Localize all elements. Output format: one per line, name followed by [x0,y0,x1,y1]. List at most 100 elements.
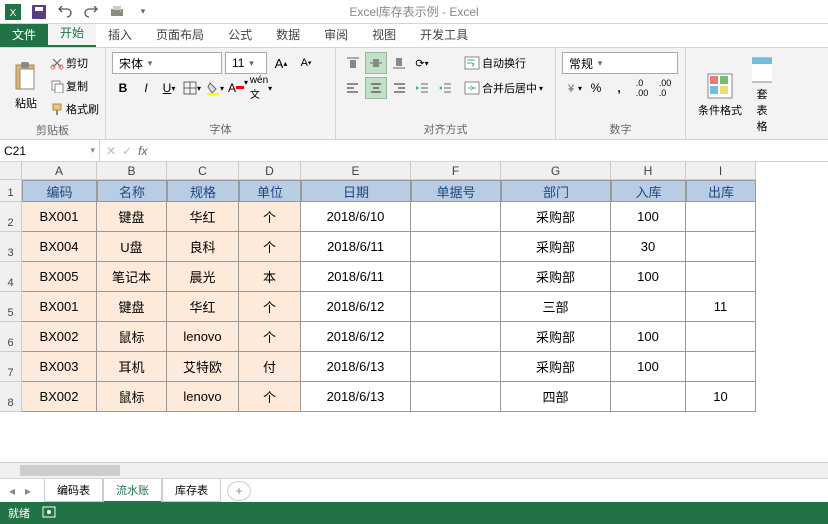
row-header[interactable]: 2 [0,202,22,232]
merge-center-button[interactable]: 合并后居中▾ [464,77,543,99]
tab-view[interactable]: 视图 [360,22,408,47]
cell[interactable] [686,352,756,382]
cell[interactable]: 付 [239,352,301,382]
cell[interactable]: 部门 [501,180,611,202]
cell[interactable]: 10 [686,382,756,412]
cell[interactable]: 键盘 [97,202,167,232]
tab-review[interactable]: 审阅 [312,22,360,47]
underline-button[interactable]: U▾ [158,77,180,99]
cell[interactable]: 耳机 [97,352,167,382]
cell[interactable]: 本 [239,262,301,292]
cell[interactable]: 四部 [501,382,611,412]
cell[interactable]: 名称 [97,180,167,202]
col-header-F[interactable]: F [411,162,501,180]
cell[interactable]: 良科 [167,232,239,262]
cell[interactable]: 100 [611,202,686,232]
cell[interactable]: 30 [611,232,686,262]
cell[interactable]: BX003 [22,352,97,382]
cell[interactable]: 2018/6/10 [301,202,411,232]
name-box[interactable]: C21 ▾ [0,140,100,161]
increase-decimal-icon[interactable]: .0.00 [631,77,653,99]
formula-input[interactable] [153,140,828,161]
tab-formula[interactable]: 公式 [216,22,264,47]
cell[interactable]: 规格 [167,180,239,202]
cell[interactable]: 华红 [167,202,239,232]
quick-print-icon[interactable] [108,3,126,21]
cell[interactable]: 采购部 [501,262,611,292]
sheet-nav-next-icon[interactable]: ▸ [20,484,36,498]
bold-button[interactable]: B [112,77,134,99]
cell[interactable]: 三部 [501,292,611,322]
decrease-font-icon[interactable]: A▾ [295,52,317,74]
cell[interactable]: 华红 [167,292,239,322]
cell[interactable]: 鼠标 [97,382,167,412]
col-header-H[interactable]: H [611,162,686,180]
number-format-combo[interactable]: 常规▾ [562,52,678,74]
tab-file[interactable]: 文件 [0,22,48,47]
cell[interactable]: 采购部 [501,232,611,262]
enter-icon[interactable]: ✓ [122,144,132,158]
cell[interactable]: 笔记本 [97,262,167,292]
cell[interactable] [411,292,501,322]
cut-button[interactable]: 剪切 [50,52,99,74]
cell[interactable] [686,202,756,232]
sheet-nav-prev-icon[interactable]: ◂ [4,484,20,498]
cell[interactable]: 个 [239,202,301,232]
percent-format-icon[interactable]: % [585,77,607,99]
cell[interactable]: 个 [239,382,301,412]
excel-icon[interactable]: X [4,3,22,21]
font-name-combo[interactable]: 宋体▾ [112,52,222,74]
cell[interactable]: BX005 [22,262,97,292]
row-header[interactable]: 1 [0,180,22,202]
align-center-icon[interactable] [365,77,387,99]
cell[interactable]: 键盘 [97,292,167,322]
row-header[interactable]: 4 [0,262,22,292]
cell[interactable] [411,232,501,262]
col-header-I[interactable]: I [686,162,756,180]
row-header[interactable]: 8 [0,382,22,412]
cell[interactable] [411,352,501,382]
cell[interactable] [411,382,501,412]
cell[interactable]: BX002 [22,382,97,412]
tab-home[interactable]: 开始 [48,20,96,47]
cell[interactable]: 日期 [301,180,411,202]
cell[interactable]: 采购部 [501,322,611,352]
format-table-button[interactable]: 套 表格 [752,52,772,137]
cell[interactable]: 2018/6/11 [301,262,411,292]
cancel-icon[interactable]: ✕ [106,144,116,158]
row-header[interactable]: 3 [0,232,22,262]
font-color-button[interactable]: A▾ [227,77,249,99]
cell[interactable]: U盘 [97,232,167,262]
cell[interactable]: 2018/6/13 [301,382,411,412]
cell[interactable] [411,202,501,232]
orientation-icon[interactable]: ⟳▾ [411,52,433,74]
cell[interactable]: lenovo [167,322,239,352]
cell[interactable]: 2018/6/11 [301,232,411,262]
row-header[interactable]: 7 [0,352,22,382]
cell[interactable]: 100 [611,262,686,292]
cell[interactable]: 11 [686,292,756,322]
cell[interactable]: 采购部 [501,352,611,382]
cell[interactable]: 个 [239,322,301,352]
format-painter-button[interactable]: 格式刷 [50,98,99,120]
cell[interactable] [686,262,756,292]
cell[interactable]: 出库 [686,180,756,202]
increase-indent-icon[interactable] [434,77,456,99]
align-top-icon[interactable] [342,52,364,74]
cell[interactable] [686,322,756,352]
cell[interactable]: 2018/6/13 [301,352,411,382]
copy-button[interactable]: 复制 [50,75,99,97]
cell[interactable]: 晨光 [167,262,239,292]
tab-layout[interactable]: 页面布局 [144,22,216,47]
tab-dev[interactable]: 开发工具 [408,22,480,47]
tab-data[interactable]: 数据 [264,22,312,47]
col-header-G[interactable]: G [501,162,611,180]
tab-insert[interactable]: 插入 [96,22,144,47]
sheet-tab-3[interactable]: 库存表 [162,479,221,502]
cell[interactable]: 2018/6/12 [301,322,411,352]
cell[interactable]: 100 [611,322,686,352]
col-header-C[interactable]: C [167,162,239,180]
accounting-format-icon[interactable]: ¥▾ [562,77,584,99]
select-all-corner[interactable] [0,162,22,180]
cell[interactable]: 编码 [22,180,97,202]
